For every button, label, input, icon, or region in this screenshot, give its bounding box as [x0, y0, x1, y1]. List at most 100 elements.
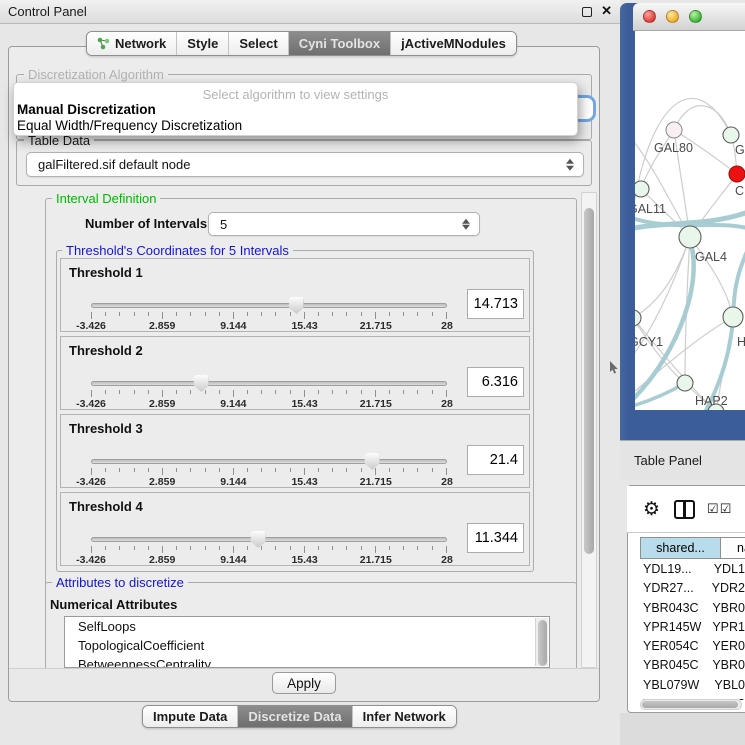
table-row[interactable]: YDL19...YDL1 [640, 560, 745, 579]
table-panel-footer [620, 713, 745, 745]
close-traffic-light-icon[interactable] [643, 10, 656, 23]
threshold-label: Threshold 4 [69, 499, 143, 514]
popup-item-equal-width-frequency[interactable]: Equal Width/Frequency Discretization [16, 118, 575, 133]
table-cell: YBR045C [640, 656, 710, 675]
threshold-value-field[interactable]: 6.316 [467, 367, 524, 397]
node-gal4[interactable] [679, 226, 701, 248]
float-window-icon[interactable] [582, 7, 592, 17]
minimize-traffic-light-icon[interactable] [666, 10, 679, 23]
checkbox-icons[interactable]: ☑☑ [707, 501, 732, 517]
slider-track[interactable] [91, 381, 447, 386]
scale-label: 2.859 [149, 554, 175, 566]
threshold-slider[interactable]: -3.4262.8599.14415.4321.71528 [91, 455, 447, 489]
network-canvas[interactable]: GAL80 G GAL11 C GAL4 GCY1 H HAP2 [635, 31, 745, 410]
tick-mark [432, 468, 433, 472]
tick-mark [162, 468, 163, 475]
numerical-attributes-list[interactable]: SelfLoops TopologicalCoefficient Between… [64, 616, 550, 668]
column-header-name[interactable]: na [720, 537, 745, 559]
apply-button[interactable]: Apply [272, 672, 336, 694]
node-left[interactable] [635, 181, 649, 197]
table-row[interactable]: YBR045CYBR0 [640, 656, 745, 675]
slider-track[interactable] [91, 459, 447, 464]
tick-mark [446, 546, 447, 553]
columns-icon[interactable] [674, 500, 695, 519]
tick-mark [304, 546, 305, 553]
tick-mark [247, 546, 248, 550]
mouse-cursor [609, 361, 619, 375]
node-right[interactable] [723, 307, 743, 327]
node-gcy1[interactable] [635, 310, 641, 326]
list-item[interactable]: SelfLoops [65, 617, 549, 636]
gear-icon[interactable]: ⚙ [643, 498, 660, 521]
node-label-hap2: HAP2 [695, 394, 728, 408]
tick-mark [417, 468, 418, 472]
tick-mark [304, 390, 305, 397]
slider-track[interactable] [91, 303, 447, 308]
list-scrollbar[interactable] [535, 618, 548, 666]
tab-jactivemnodules[interactable]: jActiveMNodules [391, 32, 516, 55]
table-hscrollbar[interactable] [640, 699, 742, 710]
table-row[interactable]: YBL079WYBL0 [640, 676, 745, 695]
panel-scrollbar[interactable] [581, 192, 597, 668]
tick-mark [389, 468, 390, 472]
tab-impute-data[interactable]: Impute Data [143, 706, 238, 727]
tab-label: jActiveMNodules [401, 36, 506, 51]
table-cell: YER054C [640, 637, 710, 656]
algorithm-section-title: Discretization Algorithm [24, 67, 168, 82]
threshold-slider[interactable]: -3.4262.8599.14415.4321.71528 [91, 377, 447, 411]
panel-scrollbar-thumb[interactable] [584, 208, 594, 554]
node-gal80[interactable] [666, 122, 682, 138]
slider-track[interactable] [91, 537, 447, 542]
threshold-value-field[interactable]: 14.713 [467, 289, 524, 319]
tick-mark [261, 468, 262, 472]
threshold-slider[interactable]: -3.4262.8599.14415.4321.71528 [91, 533, 447, 567]
threshold-slider[interactable]: -3.4262.8599.14415.4321.71528 [91, 299, 447, 333]
tab-discretize-data[interactable]: Discretize Data [238, 706, 352, 727]
number-of-intervals-combobox[interactable]: 5 [208, 212, 480, 236]
list-item[interactable]: TopologicalCoefficient [65, 636, 549, 655]
tick-mark [318, 546, 319, 550]
list-scrollbar-thumb[interactable] [538, 620, 547, 666]
tick-mark [134, 312, 135, 316]
node-top-right[interactable] [723, 127, 739, 143]
threshold-value-field[interactable]: 21.4 [467, 445, 524, 475]
list-item[interactable]: BetweennessCentrality [65, 655, 549, 668]
number-of-intervals-label: Number of Intervals [85, 216, 207, 231]
tick-mark [361, 312, 362, 316]
zoom-traffic-light-icon[interactable] [689, 10, 702, 23]
tab-style[interactable]: Style [177, 32, 229, 55]
slider-ticks [91, 390, 447, 397]
table-row[interactable]: YER054CYER0 [640, 637, 745, 656]
tick-mark [176, 546, 177, 550]
close-icon[interactable]: ✕ [601, 3, 612, 19]
table-row[interactable]: YDR27...YDR2 [640, 579, 745, 598]
table-row[interactable]: YBR043CYBR0 [640, 599, 745, 618]
tick-mark [205, 546, 206, 550]
scale-label: 9.144 [220, 398, 246, 410]
table-cell: YDL19... [640, 560, 712, 579]
node-hap2[interactable] [677, 375, 693, 391]
table-hscrollbar-thumb[interactable] [642, 701, 738, 708]
table-data-combobox[interactable]: galFiltered.sif default node [26, 152, 584, 177]
table-row[interactable]: YPR145WYPR1 [640, 618, 745, 637]
threshold-value-field[interactable]: 11.344 [467, 523, 524, 553]
tab-select[interactable]: Select [229, 32, 288, 55]
tick-mark [176, 390, 177, 394]
threshold-label: Threshold 3 [69, 421, 143, 436]
tick-mark [119, 468, 120, 472]
algorithm-popup: Select algorithm to view settings Manual… [13, 82, 578, 136]
tab-network[interactable]: Network [87, 32, 177, 55]
tick-mark [190, 312, 191, 316]
tab-infer-network[interactable]: Infer Network [353, 706, 456, 727]
tick-mark [219, 312, 220, 316]
tick-mark [290, 468, 291, 472]
tick-mark [91, 468, 92, 475]
popup-item-manual-discretization[interactable]: Manual Discretization [16, 102, 575, 117]
column-header-shared[interactable]: shared... [640, 537, 721, 559]
node-red-selected[interactable] [729, 166, 745, 182]
tick-mark [119, 390, 120, 394]
slider-ticks [91, 546, 447, 553]
tick-mark [261, 390, 262, 394]
tick-mark [346, 312, 347, 316]
tab-cyni-toolbox[interactable]: Cyni Toolbox [289, 32, 391, 55]
